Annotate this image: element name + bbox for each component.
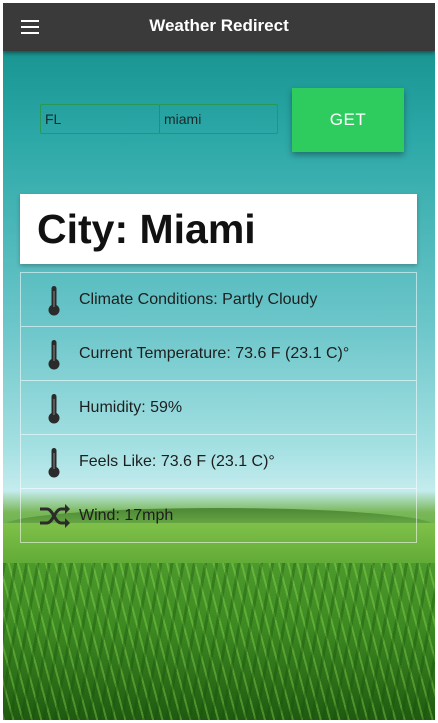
- wind-text: Wind: 17mph: [79, 507, 174, 524]
- thermometer-icon: [48, 448, 60, 478]
- current-temperature-text: Current Temperature: 73.6 F (23.1 C)°: [79, 345, 350, 362]
- feels-like-text: Feels Like: 73.6 F (23.1 C)°: [79, 453, 275, 470]
- background-grass: [3, 563, 435, 720]
- conditions-list: Climate Conditions: Partly Cloudy Curren…: [20, 272, 417, 543]
- humidity-text: Humidity: 59%: [79, 399, 183, 416]
- list-item-wind: Wind: 17mph: [20, 489, 417, 543]
- wind-shuffle-icon: [40, 504, 70, 528]
- thermometer-icon: [48, 286, 60, 316]
- app-bar: Weather Redirect: [3, 3, 435, 51]
- list-item-humidity: Humidity: 59%: [20, 381, 417, 435]
- list-item-temperature: Current Temperature: 73.6 F (23.1 C)°: [20, 327, 417, 381]
- climate-conditions-text: Climate Conditions: Partly Cloudy: [79, 291, 318, 308]
- list-item-feels-like: Feels Like: 73.6 F (23.1 C)°: [20, 435, 417, 489]
- app-title: Weather Redirect: [149, 16, 289, 35]
- app-frame: Weather Redirect GET City: Miami Climate…: [3, 3, 435, 720]
- thermometer-icon: [48, 394, 60, 424]
- get-button[interactable]: GET: [292, 88, 404, 152]
- list-item-climate: Climate Conditions: Partly Cloudy: [20, 272, 417, 327]
- thermometer-icon: [48, 340, 60, 370]
- city-heading: City: Miami: [37, 206, 256, 252]
- state-input[interactable]: [40, 104, 160, 134]
- city-input[interactable]: [159, 104, 278, 134]
- city-card: City: Miami: [20, 194, 417, 264]
